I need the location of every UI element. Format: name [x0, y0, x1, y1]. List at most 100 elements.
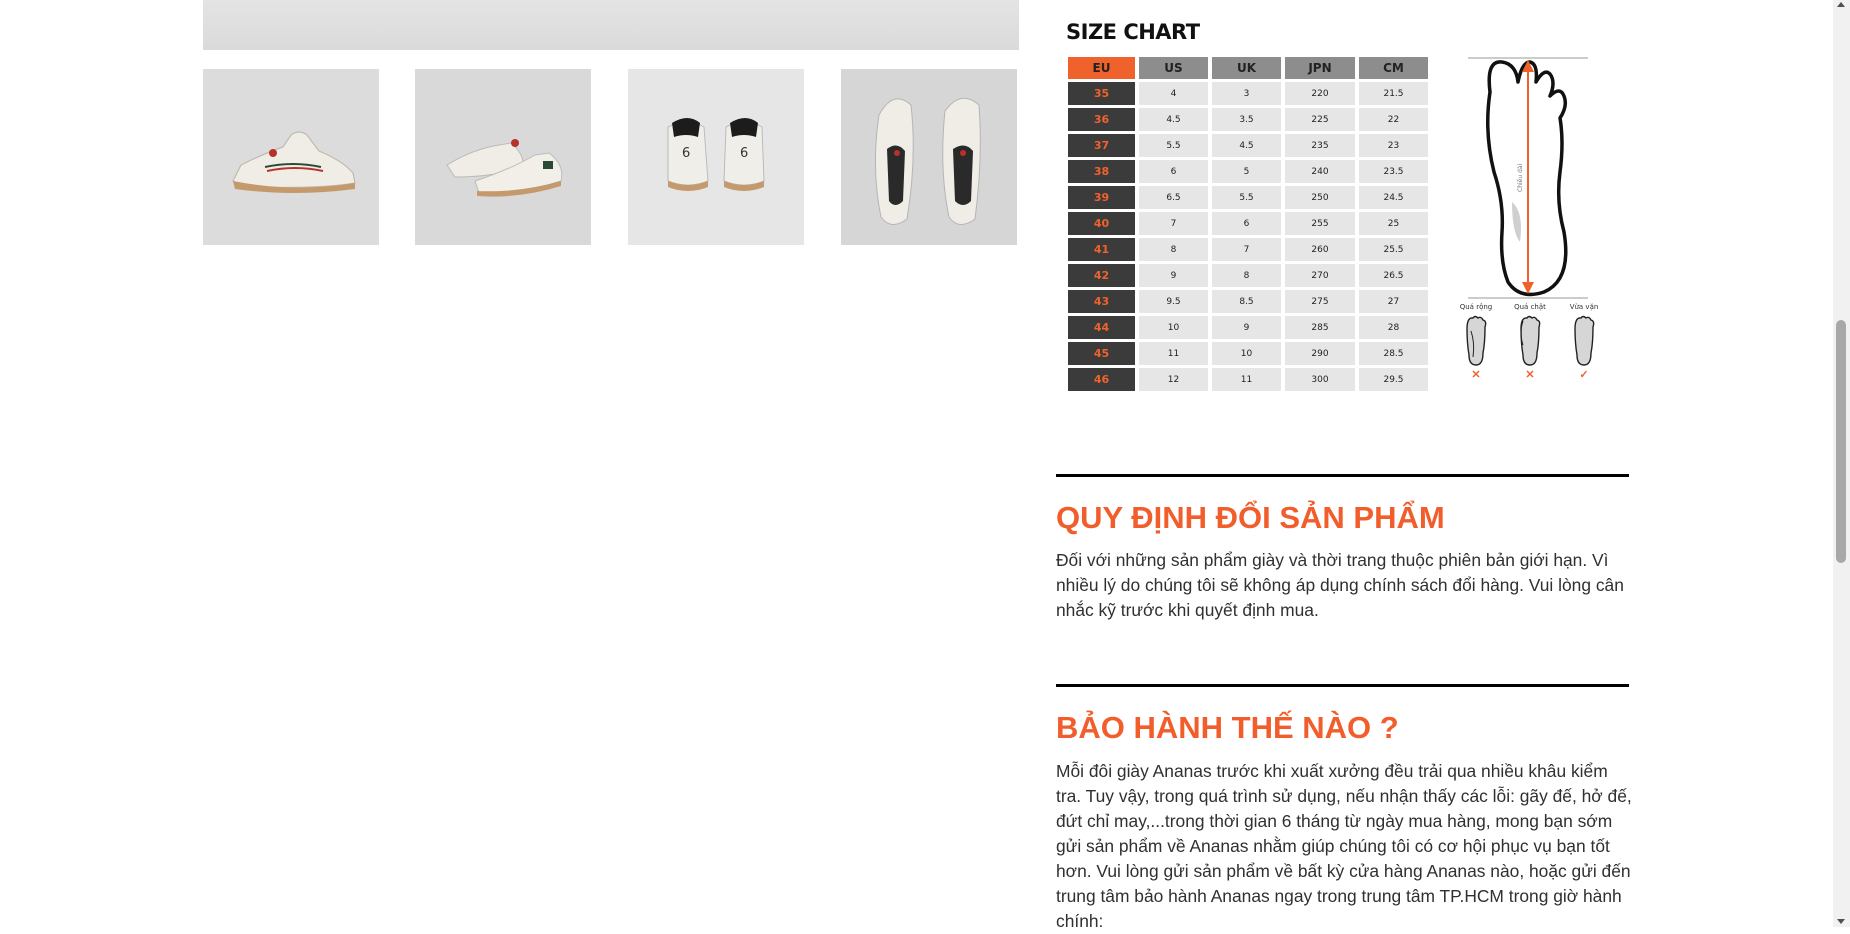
exchange-policy-text: Đối với những sản phẩm giày và thời tran… — [1056, 550, 1624, 620]
shoe-top-icon — [841, 69, 1017, 245]
size-row: 36 4.5 3.5 225 22 — [1068, 108, 1428, 131]
page-scrollbar[interactable] — [1833, 0, 1850, 927]
cell-cm: 21.5 — [1359, 82, 1428, 105]
thumb-angle-view[interactable] — [415, 69, 591, 245]
cell-us: 5.5 — [1139, 134, 1208, 157]
thumb-top-view[interactable] — [841, 69, 1017, 245]
cell-eu: 39 — [1068, 186, 1135, 209]
size-row: 38 6 5 240 23.5 — [1068, 160, 1428, 183]
cell-us: 6.5 — [1139, 186, 1208, 209]
size-row: 46 12 11 300 29.5 — [1068, 368, 1428, 391]
cell-jpn: 250 — [1285, 186, 1355, 209]
cell-eu: 35 — [1068, 82, 1135, 105]
foot-loose-icon — [1466, 315, 1487, 366]
cell-cm: 27 — [1359, 290, 1428, 313]
cell-jpn: 255 — [1285, 212, 1355, 235]
cell-uk: 3 — [1212, 82, 1281, 105]
cell-uk: 5.5 — [1212, 186, 1281, 209]
scrollbar-thumb[interactable] — [1836, 320, 1846, 563]
cell-us: 11 — [1139, 342, 1208, 365]
cell-uk: 3.5 — [1212, 108, 1281, 131]
size-row: 35 4 3 220 21.5 — [1068, 82, 1428, 105]
size-row: 44 10 9 285 28 — [1068, 316, 1428, 339]
cell-us: 12 — [1139, 368, 1208, 391]
cell-cm: 25.5 — [1359, 238, 1428, 261]
cell-uk: 8.5 — [1212, 290, 1281, 313]
cell-us: 9 — [1139, 264, 1208, 287]
shoe-pair-icon — [415, 69, 591, 245]
cell-us: 6 — [1139, 160, 1208, 183]
foot-tight-icon — [1520, 315, 1541, 366]
cell-cm: 23 — [1359, 134, 1428, 157]
foot-length-diagram: Chiều dài — [1468, 57, 1588, 299]
cell-uk: 5 — [1212, 160, 1281, 183]
size-chart-header-row: EU US UK JPN CM — [1068, 57, 1428, 79]
cell-cm: 25 — [1359, 212, 1428, 235]
cell-eu: 38 — [1068, 160, 1135, 183]
cell-jpn: 240 — [1285, 160, 1355, 183]
size-row: 41 8 7 260 25.5 — [1068, 238, 1428, 261]
cell-uk: 11 — [1212, 368, 1281, 391]
cell-us: 4.5 — [1139, 108, 1208, 131]
warranty-text: Mỗi đôi giày Ananas trước khi xuất xưởng… — [1056, 761, 1632, 931]
cell-eu: 40 — [1068, 212, 1135, 235]
size-chart: SIZE CHART EU US UK JPN CM 35 4 3 220 21.5 3… — [1064, 18, 1600, 398]
cell-cm: 26.5 — [1359, 264, 1428, 287]
cell-cm: 28 — [1359, 316, 1428, 339]
section-divider — [1056, 684, 1629, 687]
size-row: 39 6.5 5.5 250 24.5 — [1068, 186, 1428, 209]
shoe-back-icon: 6 6 — [628, 69, 804, 245]
size-row: 37 5.5 4.5 235 23 — [1068, 134, 1428, 157]
svg-text:6: 6 — [682, 146, 690, 161]
cell-us: 10 — [1139, 316, 1208, 339]
svg-text:6: 6 — [740, 146, 748, 161]
fit-mark-good: ✓ — [1579, 369, 1589, 381]
cell-us: 8 — [1139, 238, 1208, 261]
cell-jpn: 260 — [1285, 238, 1355, 261]
cell-uk: 8 — [1212, 264, 1281, 287]
fit-too-tight: Quá chật ✕ — [1510, 303, 1550, 381]
size-row: 45 11 10 290 28.5 — [1068, 342, 1428, 365]
fit-good: Vừa vặn ✓ — [1564, 303, 1604, 381]
cell-jpn: 290 — [1285, 342, 1355, 365]
cell-uk: 9 — [1212, 316, 1281, 339]
shoe-side-icon — [203, 69, 379, 245]
size-row: 40 7 6 255 25 — [1068, 212, 1428, 235]
scroll-down-arrow-icon[interactable] — [1837, 919, 1845, 924]
scroll-up-arrow-icon[interactable] — [1837, 2, 1845, 7]
fit-label-good: Vừa vặn — [1569, 303, 1599, 311]
cell-jpn: 285 — [1285, 316, 1355, 339]
cell-us: 4 — [1139, 82, 1208, 105]
header-eu: EU — [1068, 57, 1135, 79]
section-divider — [1056, 474, 1629, 477]
cell-uk: 4.5 — [1212, 134, 1281, 157]
fit-label-too-tight: Quá chật — [1514, 303, 1546, 311]
cell-cm: 23.5 — [1359, 160, 1428, 183]
size-chart-title: SIZE CHART — [1066, 20, 1200, 44]
cell-eu: 44 — [1068, 316, 1135, 339]
cell-uk: 10 — [1212, 342, 1281, 365]
header-cm: CM — [1359, 57, 1428, 79]
thumb-side-view[interactable] — [203, 69, 379, 245]
foot-fit-icon — [1574, 315, 1595, 366]
fit-too-loose: Quá rộng ✕ — [1456, 303, 1496, 381]
cell-eu: 45 — [1068, 342, 1135, 365]
fit-mark-too-loose: ✕ — [1471, 369, 1481, 381]
cell-eu: 41 — [1068, 238, 1135, 261]
cell-jpn: 275 — [1285, 290, 1355, 313]
cell-cm: 29.5 — [1359, 368, 1428, 391]
exchange-policy-title: QUY ĐỊNH ĐỔI SẢN PHẨM — [1056, 500, 1445, 535]
cell-eu: 37 — [1068, 134, 1135, 157]
cell-jpn: 225 — [1285, 108, 1355, 131]
thumb-back-view[interactable]: 6 6 — [628, 69, 804, 245]
size-row: 42 9 8 270 26.5 — [1068, 264, 1428, 287]
cell-us: 9.5 — [1139, 290, 1208, 313]
cell-cm: 28.5 — [1359, 342, 1428, 365]
cell-uk: 6 — [1212, 212, 1281, 235]
cell-jpn: 270 — [1285, 264, 1355, 287]
header-jpn: JPN — [1285, 57, 1355, 79]
foot-measure-label: Chiều dài — [1516, 163, 1524, 192]
cell-uk: 7 — [1212, 238, 1281, 261]
cell-eu: 42 — [1068, 264, 1135, 287]
cell-jpn: 300 — [1285, 368, 1355, 391]
